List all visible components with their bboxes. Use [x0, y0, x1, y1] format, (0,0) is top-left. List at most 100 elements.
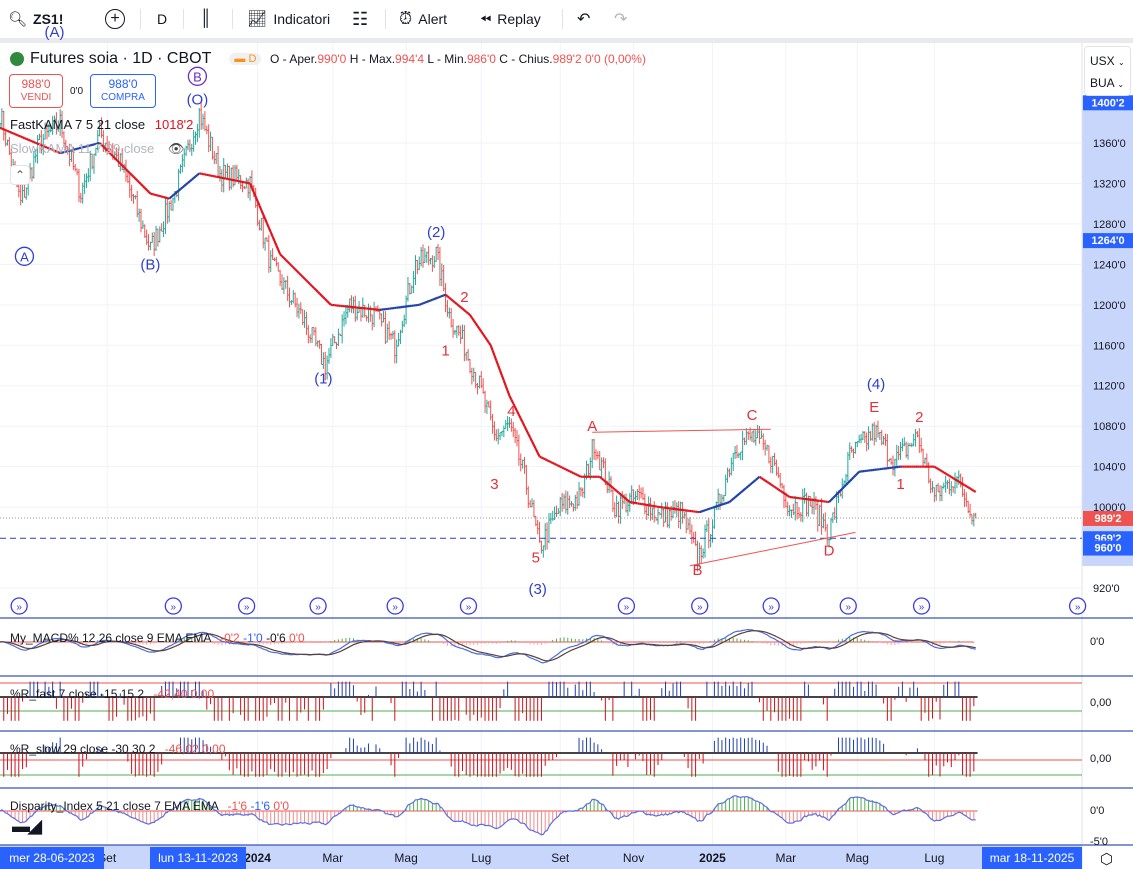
fastkama-line-segment — [973, 489, 977, 493]
fastkama-line-segment — [542, 457, 546, 461]
fastkama-line-segment — [499, 370, 503, 377]
fastkama-line-segment — [428, 299, 431, 303]
buy-button[interactable]: 988'0 COMPRA — [90, 74, 156, 108]
fastkama-line-segment — [435, 296, 439, 300]
slowkama-legend[interactable]: SlowKAMA 11 7 29 close 👁︎ — [10, 141, 184, 157]
fastkama-line-segment — [569, 470, 573, 474]
sell-button[interactable]: 988'0 VENDI — [9, 74, 63, 108]
wave-label: B — [193, 69, 202, 84]
wave-label: A — [20, 249, 29, 264]
fastkama-line-segment — [517, 414, 522, 420]
fastkama-line-segment — [322, 296, 327, 300]
fastkama-line-segment — [614, 488, 618, 492]
fastkama-line-segment — [961, 482, 966, 486]
hidden-eye-icon[interactable]: 👁︎ — [168, 141, 185, 156]
fastkama-line-segment — [967, 486, 971, 490]
fastkama-line-segment — [281, 255, 285, 259]
disparity-legend[interactable]: Disparity_Index 5 21 close 7 EMA EMA -1'… — [10, 799, 289, 813]
fastkama-line-segment — [128, 172, 133, 176]
fastkama-line-segment — [185, 181, 189, 186]
fastkama-line-segment — [578, 474, 582, 478]
fastkama-line-segment — [945, 472, 949, 476]
currency-unit-selector[interactable]: USX ⌄ BUA ⌄ — [1084, 46, 1131, 96]
fastkama-line-segment — [719, 503, 723, 507]
event-marker-glyph: » — [315, 602, 321, 613]
symbol-title: Futures soia · 1D · CBOT — [30, 50, 212, 67]
x-tick-label: Lug — [924, 851, 944, 865]
fastkama-line-segment — [196, 172, 200, 176]
x-tick-label: Mag — [846, 851, 869, 865]
fastkama-line-segment — [937, 468, 941, 472]
fastkama-line-segment — [476, 325, 481, 330]
macd-legend[interactable]: My_MACD% 12 26 close 9 EMA EMA -0'2 -1'0… — [10, 631, 305, 645]
fastkama-line-segment — [740, 490, 744, 494]
fastkama-legend[interactable]: FastKAMA 7 5 21 close 1018'2 — [10, 117, 193, 132]
rslow-title: %R_slow 29 close -30 30 2 — [10, 742, 156, 756]
fastkama-line-segment — [132, 175, 137, 180]
close-label: C - Chius. — [499, 52, 553, 66]
fastkama-line-segment — [939, 469, 943, 473]
fastkama-line-segment — [539, 455, 542, 459]
fastkama-line-segment — [294, 268, 298, 272]
fastkama-line-segment — [117, 160, 122, 165]
fastkama-line-segment — [536, 452, 541, 458]
settings-button[interactable]: ⬡ — [1100, 850, 1113, 868]
wave-label: (3) — [529, 581, 547, 598]
fastkama-line-segment — [192, 175, 197, 179]
fastkama-line-segment — [755, 477, 759, 481]
unit-select[interactable]: BUA ⌄ — [1090, 73, 1125, 95]
fastkama-line-segment — [140, 183, 144, 187]
fastkama-line-segment — [500, 375, 505, 382]
wave-label: 2 — [460, 289, 468, 306]
fastkama-line-segment — [487, 341, 492, 346]
sell-label: VENDI — [20, 92, 52, 103]
fastkama-line-segment — [521, 421, 526, 427]
fastkama-title: FastKAMA 7 5 21 close — [10, 117, 146, 132]
fastkama-line-segment — [426, 300, 430, 303]
macd-title: My_MACD% 12 26 close 9 EMA EMA — [10, 631, 211, 645]
fastkama-line-segment — [284, 259, 289, 263]
tradingview-logo[interactable]: ▬◢ — [12, 816, 42, 837]
event-marker-glyph: » — [466, 602, 472, 613]
fastkama-line-segment — [734, 494, 738, 499]
fastkama-line-segment — [125, 168, 129, 172]
fastkama-line-segment — [576, 473, 580, 477]
price-tag-label: 1400'2 — [1091, 97, 1124, 109]
fastkama-line-segment — [454, 301, 458, 305]
fastkama-line-segment — [708, 507, 711, 511]
fastkama-line-segment — [147, 190, 152, 195]
fastkama-line-segment — [489, 344, 494, 351]
wave-label: (B) — [140, 256, 160, 273]
fastkama-line-segment — [452, 300, 456, 304]
event-marker-glyph: » — [919, 602, 925, 613]
wave-label: 2 — [915, 409, 923, 426]
fastkama-line-segment — [561, 466, 565, 470]
close-value: 989'2 — [552, 52, 582, 66]
fastkama-line-segment — [161, 195, 164, 199]
fastkama-line-segment — [523, 425, 528, 431]
macd-zero-value: 0'0 — [289, 631, 305, 645]
fastkama-line-segment — [856, 470, 860, 475]
y-tick-label: 1200'0 — [1093, 300, 1126, 312]
fastkama-line-segment — [837, 489, 842, 494]
currency-select[interactable]: USX ⌄ — [1090, 51, 1125, 73]
fastkama-line-segment — [183, 183, 187, 187]
fastkama-line-segment — [450, 298, 454, 302]
fastkama-line-segment — [608, 483, 612, 488]
collapse-legend-button[interactable]: ⌃ — [10, 165, 30, 185]
fastkama-line-segment — [181, 185, 185, 189]
wave-label: A — [587, 418, 597, 435]
price-tag-label: 989'2 — [1094, 513, 1121, 525]
fastkama-line-segment — [963, 484, 967, 488]
rfast-legend[interactable]: %R_fast 7 close -15 15 2 -42,40 0,00 — [10, 687, 214, 701]
fastkama-line-segment — [715, 504, 719, 508]
x-tick-label: 2024 — [244, 851, 271, 865]
fastkama-line-segment — [572, 472, 576, 475]
fastkama-line-segment — [119, 162, 123, 167]
wave-label: D — [824, 543, 835, 560]
rslow-legend[interactable]: %R_slow 29 close -30 30 2 -46,02 0,00 — [10, 742, 226, 756]
fastkama-line-segment — [179, 186, 184, 190]
fastkama-line-segment — [758, 475, 763, 479]
y-tick-label: 1080'0 — [1093, 421, 1126, 433]
fastkama-line-segment — [540, 456, 544, 460]
